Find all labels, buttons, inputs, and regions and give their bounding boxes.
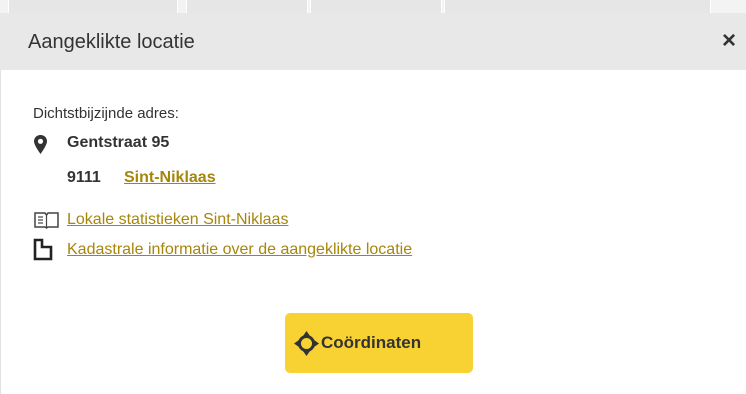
map-pin-icon (34, 135, 47, 154)
cadastre-icon (33, 238, 53, 261)
top-tab[interactable] (310, 0, 442, 13)
address-city-link[interactable]: Sint-Niklaas (124, 169, 216, 187)
top-tab[interactable] (444, 0, 711, 13)
top-tab[interactable] (8, 0, 178, 13)
panel-content: Dichtstbijzijnde adres: Gentstraat 95 91… (0, 70, 746, 394)
close-button[interactable]: × (722, 27, 746, 55)
coordinates-button-label: Coördinaten (321, 333, 422, 352)
top-tab-strip (0, 0, 746, 13)
address-postcode: 9111 (67, 169, 101, 186)
cadastre-link[interactable]: Kadastrale informatie over de aangeklikt… (67, 241, 412, 259)
panel-header: Aangeklikte locatie × (0, 13, 746, 70)
top-tab[interactable] (186, 0, 308, 13)
statistics-link[interactable]: Lokale statistieken Sint-Niklaas (67, 211, 288, 229)
nearest-address-label: Dichtstbijzijnde adres: (33, 105, 179, 122)
coordinates-button[interactable]: Coördinaten (285, 313, 473, 373)
address-street: Gentstraat 95 (67, 134, 170, 151)
location-panel: Aangeklikte locatie × Dichtstbijzijnde a… (0, 0, 746, 394)
book-icon (34, 212, 59, 229)
panel-title: Aangeklikte locatie (28, 31, 195, 53)
crosshair-icon (294, 331, 319, 356)
